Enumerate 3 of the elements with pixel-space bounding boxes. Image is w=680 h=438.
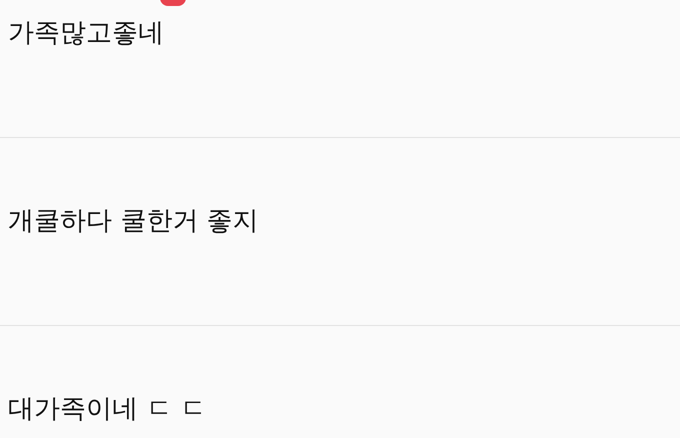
comment-text: 대가족이네 ㄷ ㄷ: [8, 393, 208, 426]
comment-text: 가족많고좋네: [8, 17, 165, 50]
comment-text: 개쿨하다 쿨한거 좋지: [8, 205, 260, 238]
